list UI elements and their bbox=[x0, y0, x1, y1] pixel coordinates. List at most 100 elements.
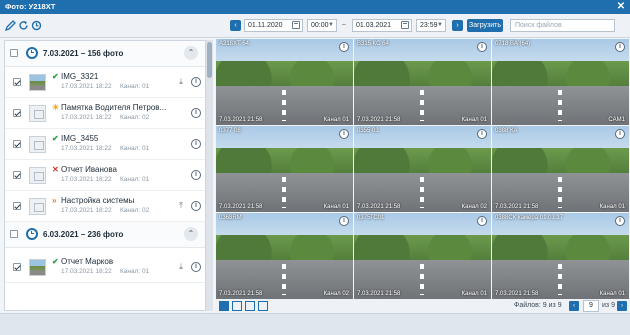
document-thumbnail[interactable] bbox=[29, 167, 46, 184]
photo-tile[interactable]: 0718 ВА (64) CAM1 i bbox=[492, 39, 629, 125]
photo-tile[interactable]: 0388 КА 7.03.2021 21:58 Канал 01 i bbox=[492, 126, 629, 212]
view-grid-4-icon[interactable] bbox=[258, 301, 268, 311]
photo-tile[interactable]: 0377 08 7.03.2021 21:58 Канал 01 i bbox=[216, 126, 353, 212]
item-checkbox[interactable] bbox=[13, 171, 21, 179]
info-icon[interactable]: i bbox=[191, 77, 201, 87]
list-item[interactable]: ✔ Отчет Марков 17.03.2021 18:22 Канал: 0… bbox=[5, 252, 205, 283]
photo-thumbnail[interactable] bbox=[29, 259, 46, 276]
tile-date: 7.03.2021 21:58 bbox=[357, 117, 401, 123]
photo-tile[interactable]: 0355 03 7.03.2021 21:58 Канал 02 i bbox=[354, 126, 491, 212]
tile-caption: 0368RM bbox=[219, 215, 242, 221]
tile-channel: Канал 01 bbox=[323, 117, 349, 123]
info-icon[interactable]: i bbox=[615, 216, 625, 226]
photo-tile[interactable]: 0368RM 7.03.2021 21:58 Канал 02 i bbox=[216, 213, 353, 299]
tile-date: 7.03.2021 21:58 bbox=[219, 117, 263, 123]
photo-tile[interactable]: 0388СК камера 01.03.17 7.03.2021 21:58 К… bbox=[492, 213, 629, 299]
info-icon[interactable]: i bbox=[191, 201, 201, 211]
range-dash: – bbox=[342, 21, 346, 28]
item-title: Отчет Марков bbox=[61, 257, 114, 266]
list-item[interactable]: ✕ Отчет Иванова 17.03.2021 18:22 Канал: … bbox=[5, 160, 205, 191]
upload-icon[interactable]: ⤒ bbox=[176, 201, 186, 211]
tile-channel: Канал 01 bbox=[461, 291, 487, 297]
document-thumbnail[interactable] bbox=[29, 198, 46, 215]
tile-date: 7.03.2021 21:58 bbox=[495, 291, 539, 297]
info-icon[interactable]: i bbox=[477, 129, 487, 139]
tile-date: 7.03.2021 21:58 bbox=[357, 291, 401, 297]
list-item[interactable]: » Настройка системы 17.03.2021 18:22 Кан… bbox=[5, 191, 205, 222]
info-icon[interactable]: i bbox=[477, 42, 487, 52]
date-next-button[interactable]: › bbox=[452, 20, 463, 31]
item-checkbox[interactable] bbox=[13, 140, 21, 148]
item-checkbox[interactable] bbox=[13, 263, 21, 271]
item-date: 17.03.2021 18:22 bbox=[61, 207, 112, 214]
view-grid-3-icon[interactable] bbox=[245, 301, 255, 311]
photo-tile[interactable]: 0375ГС01 7.03.2021 21:58 Канал 01 i bbox=[354, 213, 491, 299]
document-thumbnail[interactable] bbox=[29, 105, 46, 122]
item-checkbox[interactable] bbox=[13, 202, 21, 210]
download-icon[interactable]: ⤓ bbox=[176, 262, 186, 272]
info-icon[interactable]: i bbox=[339, 42, 349, 52]
scrollbar-thumb[interactable] bbox=[207, 42, 212, 78]
page-input[interactable]: 9 bbox=[583, 300, 599, 312]
success-icon: ✔ bbox=[52, 257, 59, 266]
history-icon[interactable] bbox=[30, 19, 43, 32]
download-icon[interactable]: ⤓ bbox=[176, 77, 186, 87]
info-icon[interactable]: i bbox=[615, 42, 625, 52]
tile-date: 7.03.2021 21:58 bbox=[357, 204, 401, 210]
pencil-icon[interactable] bbox=[4, 19, 17, 32]
view-grid-2-icon[interactable] bbox=[232, 301, 242, 311]
list-scrollbar[interactable] bbox=[206, 40, 213, 311]
date-to-field[interactable]: 01.03.2021 bbox=[352, 19, 412, 32]
date-prev-button[interactable]: ‹ bbox=[230, 20, 241, 31]
group-checkbox[interactable] bbox=[10, 49, 18, 57]
info-icon[interactable]: i bbox=[477, 216, 487, 226]
item-checkbox[interactable] bbox=[13, 109, 21, 117]
search-input[interactable]: Поиск файлов bbox=[510, 19, 615, 32]
calendar-icon[interactable] bbox=[401, 21, 409, 29]
info-icon[interactable]: i bbox=[191, 139, 201, 149]
info-icon[interactable]: i bbox=[191, 170, 201, 180]
view-single-icon[interactable] bbox=[219, 301, 229, 311]
refresh-icon[interactable] bbox=[17, 19, 30, 32]
time-from-value: 00:00 bbox=[311, 22, 329, 29]
time-from-select[interactable]: 00:00 ▼ bbox=[307, 19, 337, 32]
group-checkbox[interactable] bbox=[10, 230, 18, 238]
date-group[interactable]: 6.03.2021 – 236 фото ⌃ bbox=[5, 222, 205, 248]
info-icon[interactable]: i bbox=[339, 129, 349, 139]
info-icon[interactable]: i bbox=[191, 262, 201, 272]
list-item[interactable]: ✔ IMG_3321 17.03.2021 18:22 Канал: 01 ⤓ … bbox=[5, 67, 205, 98]
item-date: 17.03.2021 18:22 bbox=[61, 83, 112, 90]
load-button[interactable]: Загрузить bbox=[467, 19, 503, 32]
sync-icon: » bbox=[52, 196, 57, 205]
date-group[interactable]: 7.03.2021 – 156 фото ⌃ bbox=[5, 41, 205, 67]
tile-caption: В315 КС 64 bbox=[357, 41, 389, 47]
date-from-field[interactable]: 01.11.2020 bbox=[244, 19, 303, 32]
page-prev-button[interactable]: ‹ bbox=[569, 301, 579, 311]
calendar-icon[interactable] bbox=[292, 21, 300, 29]
close-icon[interactable]: ✕ bbox=[615, 0, 627, 14]
tile-date: 7.03.2021 21:58 bbox=[219, 291, 263, 297]
collapse-button[interactable]: ⌃ bbox=[184, 46, 198, 60]
item-checkbox[interactable] bbox=[13, 78, 21, 86]
page-next-button[interactable]: › bbox=[617, 301, 627, 311]
info-icon[interactable]: i bbox=[339, 216, 349, 226]
item-channel: Канал: 02 bbox=[120, 114, 150, 121]
info-icon[interactable]: i bbox=[191, 108, 201, 118]
clock-icon bbox=[26, 228, 38, 240]
tile-caption: 0375ГС01 bbox=[357, 215, 385, 221]
photo-thumbnail[interactable] bbox=[29, 74, 46, 91]
tile-caption: 0388 КА bbox=[495, 128, 518, 134]
photo-tile[interactable]: В315 КС 64 7.03.2021 21:58 Канал 01 i bbox=[354, 39, 491, 125]
time-to-select[interactable]: 23:59 ▼ bbox=[416, 19, 446, 32]
list-item[interactable]: ✔ IMG_3455 17.03.2021 18:22 Канал: 01 i bbox=[5, 129, 205, 160]
document-thumbnail[interactable] bbox=[29, 136, 46, 153]
collapse-button[interactable]: ⌃ bbox=[184, 227, 198, 241]
tile-channel: Канал 02 bbox=[461, 204, 487, 210]
photo-tile[interactable]: А218ХТ 64 7.03.2021 21:58 Канал 01 i bbox=[216, 39, 353, 125]
info-icon[interactable]: i bbox=[615, 129, 625, 139]
grid-footer: Файлов: 9 из 9 ‹ 9 из 9 › bbox=[215, 299, 630, 313]
tile-caption: 0355 03 bbox=[357, 128, 379, 134]
page-total: из 9 bbox=[602, 302, 615, 309]
item-channel: Канал: 02 bbox=[120, 207, 150, 214]
list-item[interactable]: ☀ Памятка Водителя Петров... 17.03.2021 … bbox=[5, 98, 205, 129]
